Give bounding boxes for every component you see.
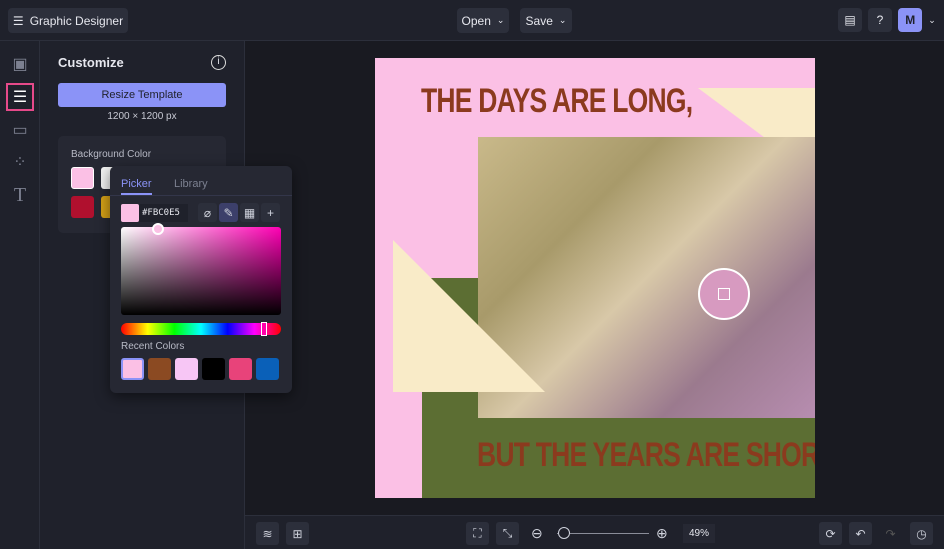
- eyedropper-icon[interactable]: ✎: [219, 203, 238, 222]
- layout-icon[interactable]: ▭: [9, 119, 31, 141]
- current-color-swatch: [121, 204, 139, 222]
- panel-title: Customize: [58, 55, 124, 70]
- tab-picker[interactable]: Picker: [121, 178, 152, 195]
- template-size: 1200 × 1200 px: [107, 111, 177, 122]
- menu-button[interactable]: ☰ Graphic Designer: [8, 8, 128, 33]
- zoom-slider[interactable]: [557, 527, 649, 539]
- hamburger-icon: ☰: [12, 13, 24, 28]
- cream-triangle-left[interactable]: [393, 240, 545, 392]
- saturation-area[interactable]: [121, 223, 281, 315]
- grid-view-icon[interactable]: ⊞: [286, 522, 309, 545]
- bottom-toolbar: ≋ ⊞ ⛶ ⤡ ⊖ ⊕ 49% ⟳ ↶ ↷ ◷: [245, 515, 944, 549]
- fit-screen-icon[interactable]: ⛶: [466, 522, 489, 545]
- hue-slider[interactable]: [121, 322, 281, 336]
- zoom-out-icon[interactable]: ⊖: [531, 525, 543, 542]
- redo-icon[interactable]: ↷: [879, 522, 902, 545]
- recent-swatch-4[interactable]: [202, 358, 225, 380]
- grid-icon[interactable]: ▦: [240, 203, 259, 222]
- undo-icon[interactable]: ↶: [849, 522, 872, 545]
- recent-swatch-6[interactable]: [256, 358, 279, 380]
- layers-icon[interactable]: ≋: [256, 522, 279, 545]
- bg-swatch-pink[interactable]: [71, 167, 94, 189]
- resize-template-button[interactable]: Resize Template: [58, 83, 226, 107]
- subheadline-text[interactable]: BUT THE YEARS ARE SHORT.: [477, 436, 815, 475]
- open-label: Open: [461, 13, 491, 28]
- add-color-icon[interactable]: +: [261, 203, 280, 222]
- history-icon[interactable]: ◷: [910, 522, 933, 545]
- hex-input[interactable]: #FBC0E5: [139, 204, 188, 222]
- shrink-icon[interactable]: ⤡: [496, 522, 519, 545]
- tool-rail: ▣ ☰ ▭ ⁘ T: [0, 41, 40, 549]
- account-menu[interactable]: M ⌄: [897, 8, 937, 32]
- design-canvas[interactable]: THE DAYS ARE LONG, BUT THE YEARS ARE SHO…: [375, 58, 815, 498]
- open-button[interactable]: Open ⌄: [457, 8, 509, 33]
- shapes-icon[interactable]: ⁘: [9, 151, 31, 173]
- saturation-handle[interactable]: [152, 223, 164, 235]
- app-title: Graphic Designer: [29, 13, 124, 28]
- recent-swatch-2[interactable]: [148, 358, 171, 380]
- top-bar: ☰ Graphic Designer Open ⌄ Save ⌄ ▤ ? M ⌄: [0, 0, 944, 41]
- green-band-bottom[interactable]: BUT THE YEARS ARE SHORT.: [422, 418, 815, 498]
- save-button[interactable]: Save ⌄: [520, 8, 572, 33]
- bg-swatch-red[interactable]: [71, 196, 94, 218]
- rotate-icon[interactable]: ⟳: [819, 522, 842, 545]
- chevron-down-icon: ⌄: [558, 15, 567, 25]
- headline-text[interactable]: THE DAYS ARE LONG,: [421, 82, 693, 121]
- comment-icon[interactable]: ▤: [838, 8, 862, 32]
- text-icon[interactable]: T: [9, 184, 31, 206]
- no-color-icon[interactable]: ⌀: [198, 203, 217, 222]
- avatar: M: [898, 8, 923, 32]
- hue-handle[interactable]: [261, 322, 267, 336]
- save-label: Save: [525, 13, 553, 28]
- workspace: THE DAYS ARE LONG, BUT THE YEARS ARE SHO…: [245, 41, 944, 515]
- info-icon[interactable]: i: [211, 55, 226, 70]
- recent-swatch-3[interactable]: [175, 358, 198, 380]
- divider: [110, 195, 292, 196]
- help-icon[interactable]: ?: [868, 8, 892, 32]
- background-color-label: Background Color: [71, 149, 152, 160]
- zoom-value[interactable]: 49%: [683, 524, 715, 543]
- recent-colors-label: Recent Colors: [121, 341, 185, 352]
- chevron-down-icon: ⌄: [496, 15, 505, 25]
- eyedropper-loupe[interactable]: [698, 268, 750, 320]
- recent-swatch-1[interactable]: [121, 358, 144, 380]
- recent-swatch-5[interactable]: [229, 358, 252, 380]
- image-icon[interactable]: ▣: [9, 53, 31, 75]
- tab-library[interactable]: Library: [174, 178, 208, 190]
- zoom-in-icon[interactable]: ⊕: [656, 525, 668, 542]
- zoom-slider-handle[interactable]: [558, 527, 570, 539]
- color-picker-popup: Picker Library #FBC0E5 ⌀ ✎ ▦ + Recent Co…: [110, 166, 292, 393]
- chevron-down-icon: ⌄: [928, 14, 936, 25]
- customize-icon[interactable]: ☰: [6, 83, 34, 111]
